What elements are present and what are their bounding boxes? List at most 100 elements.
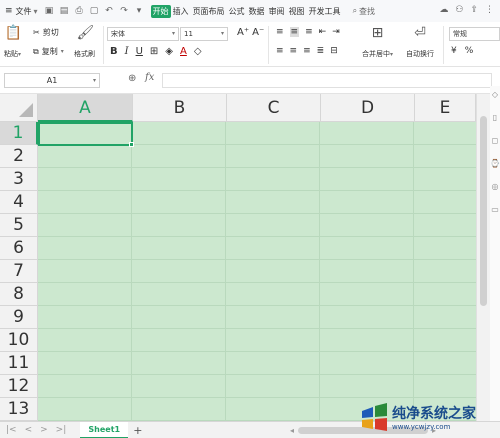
settings-tool-icon[interactable]: ◎ [492, 182, 499, 191]
cell-grid[interactable] [38, 122, 476, 421]
last-sheet-icon[interactable]: >| [56, 425, 67, 435]
distributed-icon[interactable]: ⊟ [330, 46, 338, 56]
paste-label: 粘贴 [4, 50, 18, 58]
number-format-select[interactable]: 常规 [449, 27, 500, 41]
fill-handle[interactable] [129, 142, 134, 147]
active-cell-a1[interactable] [38, 122, 134, 147]
font-name-select[interactable]: 宋体 ▾ [107, 27, 179, 41]
backup-tool-icon[interactable]: ▭ [491, 205, 499, 214]
column-header-e[interactable]: E [415, 94, 476, 122]
paste-button[interactable]: 📋 粘贴▾ [4, 25, 22, 59]
zoom-icon[interactable]: ⊕ [128, 73, 136, 84]
align-bottom-icon[interactable]: ≡ [305, 27, 313, 37]
underline-button[interactable]: U [136, 46, 143, 57]
font-size-value: 11 [184, 30, 193, 38]
row-header-1[interactable]: 1 [0, 122, 38, 145]
bold-button[interactable]: B [110, 46, 118, 57]
fx-icon[interactable]: fx [145, 72, 154, 83]
row-header-7[interactable]: 7 [0, 260, 38, 283]
next-sheet-icon[interactable]: > [40, 425, 48, 435]
row-header-8[interactable]: 8 [0, 283, 38, 306]
borders-icon[interactable]: ⊞ [150, 46, 158, 57]
row-header-11[interactable]: 11 [0, 352, 38, 375]
tab-view[interactable]: 视图 [287, 5, 307, 18]
fill-color-icon[interactable]: ◈ [165, 46, 173, 57]
cut-button[interactable]: ✂ 剪切 [33, 27, 59, 38]
print-preview-icon[interactable]: ▢ [89, 6, 100, 17]
format-painter-button[interactable]: 🖌 格式刷 [74, 25, 95, 59]
share-icon[interactable]: ⇪ [470, 5, 478, 15]
undo-icon[interactable]: ↶ [104, 6, 115, 17]
font-color-icon[interactable]: A [180, 46, 187, 57]
style-tool-icon[interactable]: ▯ [493, 113, 497, 122]
tab-insert[interactable]: 插入 [171, 5, 191, 18]
tab-review[interactable]: 审阅 [267, 5, 287, 18]
customize-chevron-icon[interactable]: ▾ [134, 6, 145, 17]
prev-sheet-icon[interactable]: < [25, 425, 33, 435]
history-tool-icon[interactable]: ⌚ [490, 159, 500, 168]
formula-input[interactable] [162, 73, 492, 88]
column-header-c[interactable]: C [227, 94, 321, 122]
shrink-font-button[interactable]: A⁻ [252, 27, 264, 38]
tab-home[interactable]: 开始 [150, 4, 171, 18]
first-sheet-icon[interactable]: |< [6, 425, 17, 435]
column-header-a[interactable]: A [38, 94, 133, 122]
copy-button[interactable]: ⧉ 复制 ▾ [33, 46, 64, 57]
tab-data[interactable]: 数据 [247, 5, 267, 18]
name-box[interactable]: A1 ▾ [4, 73, 100, 88]
increase-indent-icon[interactable]: ⇥ [332, 27, 340, 37]
row-header-6[interactable]: 6 [0, 237, 38, 260]
add-sheet-button[interactable]: + [133, 424, 142, 437]
tab-formulas[interactable]: 公式 [227, 5, 247, 18]
watermark-url: www.ycwjzy.com [392, 423, 451, 431]
sheet-tab-sheet1[interactable]: Sheet1 [80, 421, 129, 438]
vertical-scroll-thumb[interactable] [480, 116, 487, 306]
decrease-indent-icon[interactable]: ⇤ [319, 27, 327, 37]
tab-developer[interactable]: 开发工具 [307, 5, 343, 18]
row-header-4[interactable]: 4 [0, 191, 38, 214]
scissors-icon: ✂ [33, 28, 40, 37]
vertical-scrollbar[interactable] [476, 94, 490, 421]
align-top-icon[interactable]: ≡ [276, 27, 284, 37]
merge-center-button[interactable]: ⊞ 合并居中▾ [362, 25, 393, 59]
grow-font-button[interactable]: A⁺ [237, 27, 249, 38]
file-menu-label: 文件 [15, 6, 32, 16]
more-icon[interactable]: ⋮ [485, 5, 494, 15]
quick-access-toolbar: ▣ ▤ ⎙ ▢ ↶ ↷ ▾ [44, 6, 145, 17]
align-left-icon[interactable]: ≡ [276, 46, 284, 56]
file-menu[interactable]: ≡ 文件 ▾ [5, 6, 38, 17]
select-all-corner[interactable] [0, 94, 38, 122]
row-header-3[interactable]: 3 [0, 168, 38, 191]
save-icon[interactable]: ▣ [44, 6, 55, 17]
justify-icon[interactable]: ≣ [317, 46, 325, 56]
collaborate-icon[interactable]: ⚇ [455, 5, 463, 15]
percent-button[interactable]: % [465, 46, 474, 56]
align-center-icon[interactable]: ≡ [290, 46, 298, 56]
row-header-10[interactable]: 10 [0, 329, 38, 352]
row-header-5[interactable]: 5 [0, 214, 38, 237]
align-middle-icon[interactable]: ≡ [289, 27, 300, 37]
chevron-down-icon: ▾ [33, 6, 38, 16]
row-header-12[interactable]: 12 [0, 375, 38, 398]
select-tool-icon[interactable]: ◇ [492, 90, 498, 99]
search-box[interactable]: ⌕ 查找 [353, 6, 375, 17]
tab-page-layout[interactable]: 页面布局 [191, 5, 227, 18]
row-header-9[interactable]: 9 [0, 306, 38, 329]
clear-format-icon[interactable]: ◇ [194, 46, 202, 57]
column-header-b[interactable]: B [133, 94, 227, 122]
column-header-d[interactable]: D [321, 94, 415, 122]
print-icon[interactable]: ⎙ [74, 6, 85, 17]
scroll-left-icon[interactable]: ◂ [290, 426, 294, 435]
italic-button[interactable]: I [125, 46, 129, 57]
currency-button[interactable]: ¥ [451, 46, 457, 56]
cloud-sync-icon[interactable]: ☁ [439, 5, 448, 15]
name-box-value: A1 [46, 76, 58, 85]
row-header-2[interactable]: 2 [0, 145, 38, 168]
wrap-text-button[interactable]: ⏎ 自动换行 [406, 25, 434, 59]
redo-icon[interactable]: ↷ [119, 6, 130, 17]
row-header-13[interactable]: 13 [0, 398, 38, 421]
font-size-select[interactable]: 11 ▾ [180, 27, 228, 41]
filter-tool-icon[interactable]: ◻ [492, 136, 499, 145]
align-right-icon[interactable]: ≡ [303, 46, 311, 56]
export-pdf-icon[interactable]: ▤ [59, 6, 70, 17]
